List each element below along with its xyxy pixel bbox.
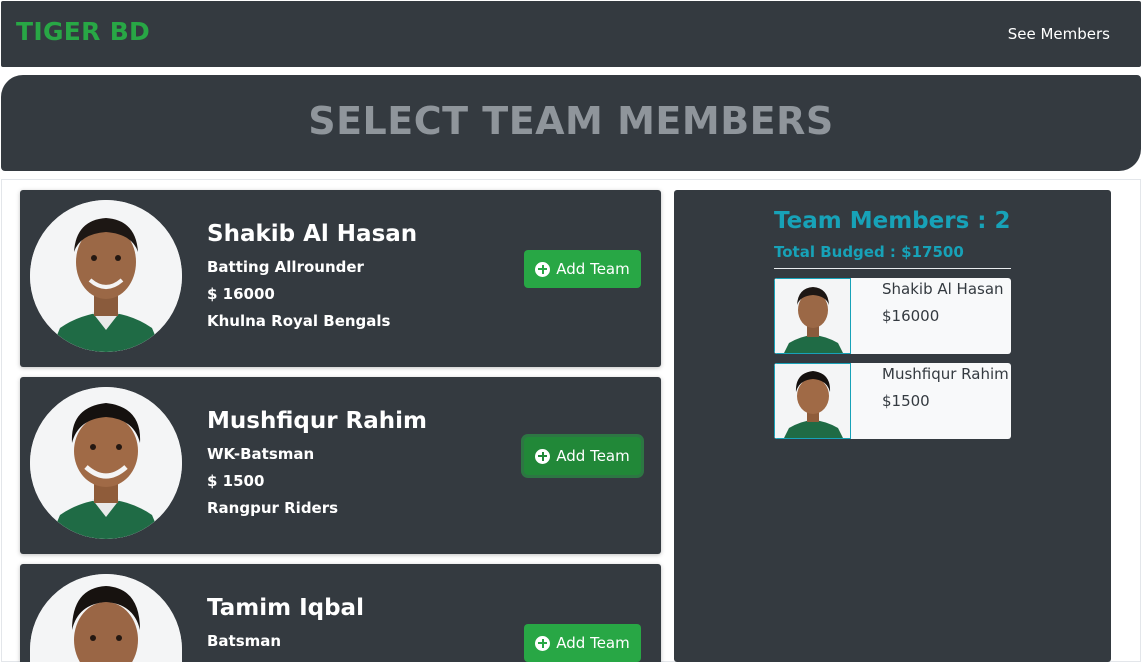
team-member-card: Mushfiqur Rahim $1500 [774, 363, 1011, 439]
player-name: Shakib Al Hasan [207, 221, 418, 247]
team-members-panel: Team Members : 2 Total Budged : $17500 S… [674, 190, 1111, 662]
player-salary: $ 16000 [207, 285, 275, 303]
add-team-label: Add Team [556, 634, 630, 652]
member-portrait-icon [775, 364, 850, 438]
player-card: Mushfiqur Rahim WK-Batsman $ 1500 Rangpu… [20, 377, 661, 554]
member-price: $1500 [882, 392, 930, 410]
see-members-link[interactable]: See Members [1008, 25, 1110, 43]
player-salary: $ 1500 [207, 472, 265, 490]
add-team-button[interactable]: Add Team [524, 624, 641, 662]
member-photo [774, 363, 851, 439]
page-title: SELECT TEAM MEMBERS [308, 99, 834, 143]
player-role: WK-Batsman [207, 445, 315, 463]
player-photo [30, 387, 182, 539]
top-navbar: TIGER BD See Members [1, 1, 1141, 67]
player-team: Khulna Royal Bengals [207, 312, 391, 330]
add-team-button[interactable]: Add Team [524, 437, 641, 475]
player-name: Mushfiqur Rahim [207, 408, 428, 434]
add-team-button[interactable]: Add Team [524, 250, 641, 288]
player-team: Rangpur Riders [207, 499, 339, 517]
add-team-label: Add Team [556, 447, 630, 465]
player-name: Tamim Iqbal [207, 595, 364, 621]
player-card: Shakib Al Hasan Batting Allrounder $ 160… [20, 190, 661, 367]
plus-circle-icon [535, 635, 551, 651]
add-team-label: Add Team [556, 260, 630, 278]
member-portrait-icon [775, 279, 850, 353]
team-total-budget: Total Budged : $17500 [774, 243, 964, 261]
player-role: Batsman [207, 632, 282, 650]
member-price: $16000 [882, 307, 940, 325]
player-portrait-icon [30, 387, 182, 539]
member-name: Mushfiqur Rahim [882, 365, 1009, 383]
plus-circle-icon [535, 261, 551, 277]
player-card: Tamim Iqbal Batsman Add Team [20, 564, 661, 662]
player-photo [30, 200, 182, 352]
player-portrait-icon [30, 574, 182, 662]
hero-banner: SELECT TEAM MEMBERS [1, 75, 1141, 171]
player-role: Batting Allrounder [207, 258, 364, 276]
player-portrait-icon [30, 200, 182, 352]
brand-logo[interactable]: TIGER BD [16, 17, 150, 46]
plus-circle-icon [535, 448, 551, 464]
player-photo [30, 574, 182, 662]
team-member-card: Shakib Al Hasan $16000 [774, 278, 1011, 354]
member-photo [774, 278, 851, 354]
divider [774, 268, 1011, 269]
member-name: Shakib Al Hasan [882, 280, 1004, 298]
team-members-count: Team Members : 2 [774, 208, 1011, 234]
